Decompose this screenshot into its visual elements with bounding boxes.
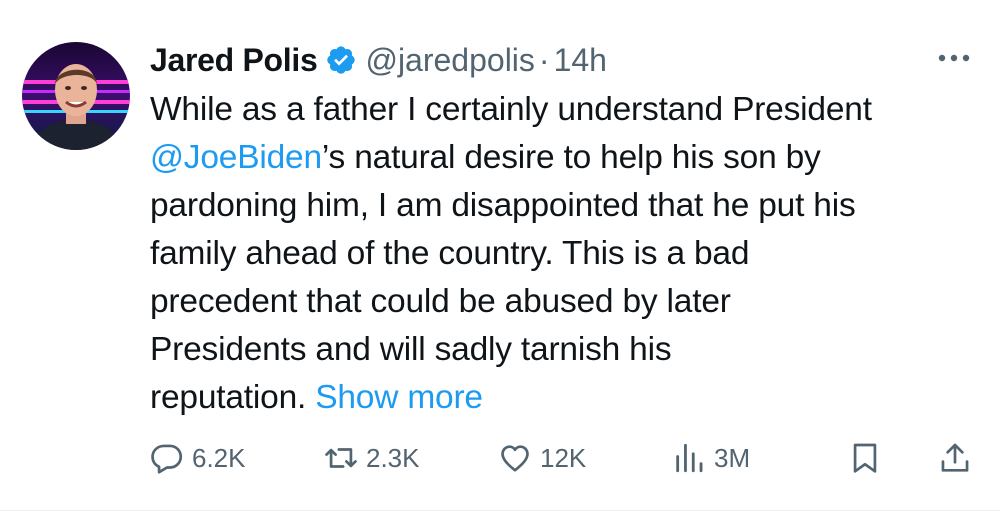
tweet-text-fragment: ’s natural desire to help his son by (321, 139, 821, 176)
timestamp[interactable]: 14h (554, 42, 607, 79)
share-icon (941, 443, 969, 472)
views-count: 3M (714, 442, 751, 473)
more-dots-icon[interactable] (936, 48, 972, 68)
tweet-text-line: While as a father I certainly understand… (150, 91, 872, 128)
author-handle[interactable]: @jaredpolis (365, 42, 534, 79)
views-chart-icon (676, 443, 703, 473)
bookmark-button[interactable] (848, 436, 882, 480)
divider (0, 510, 1000, 511)
repost-count: 2.3K (366, 442, 420, 473)
show-more-link[interactable]: Show more (315, 379, 483, 416)
reply-count: 6.2K (192, 442, 246, 473)
tweet-text-fragment: reputation. (150, 379, 307, 416)
repost-icon (325, 448, 357, 468)
heart-icon (501, 445, 529, 472)
tweet-text-line: precedent that could be abused by later (150, 283, 731, 320)
share-button[interactable] (938, 436, 972, 480)
tweet[interactable]: Jared Polis @jaredpolis · 14h While as a… (0, 0, 1000, 515)
tweet-text: While as a father I certainly understand… (150, 86, 980, 422)
like-count: 12K (540, 442, 587, 473)
avatar[interactable] (22, 42, 130, 150)
mention-link[interactable]: @JoeBiden (150, 139, 322, 176)
reply-button[interactable]: 6.2K (150, 436, 246, 480)
bookmark-icon (853, 443, 877, 473)
action-bar: 6.2K 2.3K 12K 3M (150, 436, 980, 480)
tweet-text-line: pardoning him, I am disappointed that he… (150, 187, 856, 224)
repost-button[interactable]: 2.3K (324, 436, 420, 480)
tweet-text-line: family ahead of the country. This is a b… (150, 235, 750, 272)
header-separator: · (538, 41, 550, 78)
tweet-text-line: @JoeBiden’s natural desire to help his s… (150, 134, 980, 182)
tweet-header: Jared Polis @jaredpolis · 14h (150, 38, 607, 82)
verified-badge-icon (327, 46, 356, 74)
reply-icon (151, 444, 183, 474)
tweet-text-line: Presidents and will sadly tarnish his (150, 331, 672, 368)
like-button[interactable]: 12K (498, 436, 586, 480)
tweet-text-line: reputation. Show more (150, 374, 980, 422)
views-button[interactable]: 3M (672, 436, 750, 480)
display-name[interactable]: Jared Polis (150, 42, 318, 79)
